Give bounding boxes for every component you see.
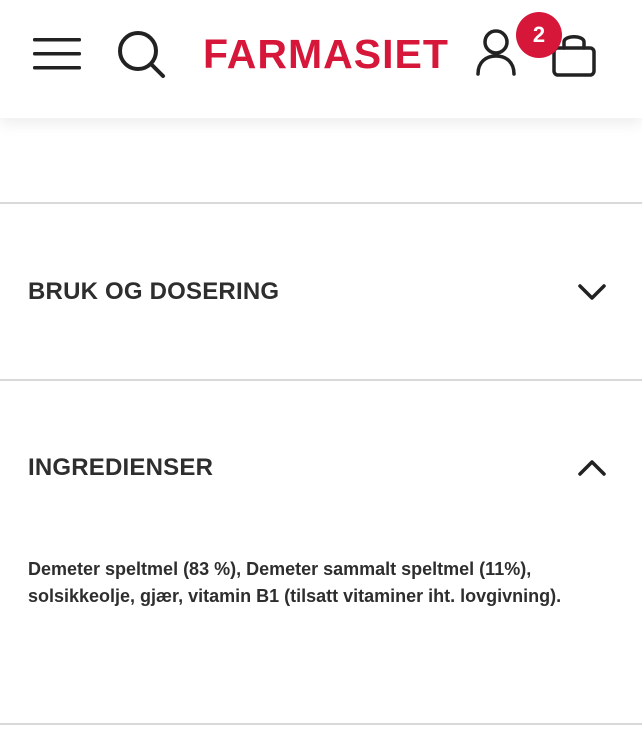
section-divider [0, 202, 642, 204]
account-button[interactable] [472, 26, 520, 80]
chevron-down-icon [578, 284, 606, 300]
hamburger-menu-icon [33, 38, 81, 70]
accordion-bruk-og-dosering[interactable]: BRUK OG DOSERING [0, 252, 642, 332]
site-logo[interactable]: FARMASIET [203, 30, 449, 78]
accordion-title: INGREDIENSER [28, 454, 214, 481]
accordion-ingredienser[interactable]: INGREDIENSER [0, 428, 642, 508]
cart-count-badge: 2 [516, 12, 562, 58]
ingredients-text: Demeter speltmel (83 %), Demeter sammalt… [28, 559, 562, 606]
section-divider [0, 723, 642, 725]
accordion-title: BRUK OG DOSERING [28, 278, 280, 305]
chevron-up-icon [578, 460, 606, 476]
search-button[interactable] [112, 26, 170, 82]
user-account-icon [476, 29, 516, 76]
menu-button[interactable] [30, 30, 86, 78]
site-header: FARMASIET 2 [0, 0, 642, 118]
section-divider [0, 379, 642, 381]
product-page: FARMASIET 2 BRUK OG DOSERING INGREDIENSE… [0, 0, 642, 750]
search-icon [118, 31, 165, 78]
